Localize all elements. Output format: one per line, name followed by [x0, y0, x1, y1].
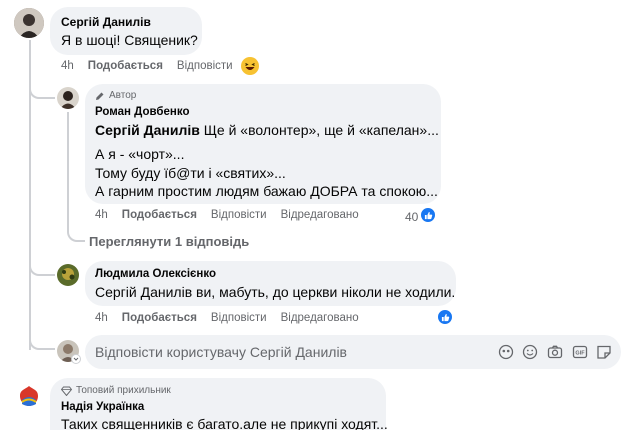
like-reaction-icon[interactable]	[420, 207, 436, 223]
chevron-down-icon[interactable]	[71, 354, 81, 364]
gif-icon[interactable]: GIF	[572, 344, 588, 360]
mention-link[interactable]: Сергій Данилів	[95, 122, 200, 138]
thread-line	[67, 112, 69, 230]
sticker-icon[interactable]	[596, 344, 612, 360]
avatar[interactable]	[57, 264, 79, 286]
avatar-image	[57, 87, 79, 109]
reply-input[interactable]: Відповісти користувачу Сергій Данилів GI…	[85, 335, 621, 369]
diamond-icon	[61, 386, 72, 396]
comment-text: Я в шоці! Священик?	[61, 32, 198, 48]
reply-text-line3: Тому буду їб@ти і «святих»...	[95, 165, 286, 181]
reply-author[interactable]: Роман Довбенко	[95, 106, 190, 118]
reply-bubble: Людмила Олексієнко Сергій Данилів ви, ма…	[85, 261, 456, 306]
like-count[interactable]: 40	[405, 210, 418, 224]
reply-input-placeholder: Відповісти користувачу Сергій Данилів	[95, 344, 347, 360]
reply-text-line1: Сергій Данилів Ще й «волонтер», ще й «ка…	[95, 121, 439, 140]
top-fan-badge-label: Топовий прихильник	[76, 385, 171, 396]
comment-text: Таких священників є багато.але не прикуп…	[61, 416, 388, 430]
camera-icon[interactable]	[547, 344, 563, 360]
like-button[interactable]: Подобається	[122, 312, 197, 324]
reply-text-line4: А гарним простим людям бажаю ДОБРА та сп…	[95, 183, 438, 199]
reply-author[interactable]: Людмила Олексієнко	[95, 268, 216, 280]
reply-button[interactable]: Відповісти	[177, 60, 233, 72]
avatar-image	[14, 8, 44, 38]
comment-time[interactable]: 4h	[61, 60, 74, 72]
reply-text: Ще й «волонтер», ще й «капелан»...	[199, 122, 439, 138]
avatar[interactable]	[57, 87, 79, 109]
avatar-image	[57, 264, 79, 286]
reply-button[interactable]: Відповісти	[211, 312, 267, 324]
reply-actions: 4h Подобається Відповісти Відредаговано	[95, 312, 373, 324]
reply-text: ви, мабуть, до церкви ніколи не ходили.	[192, 284, 456, 300]
reply-text-line2: А я - «чорт»...	[95, 146, 185, 162]
reply-actions: 4h Подобається Відповісти Відредаговано	[95, 209, 373, 221]
author-badge-label: Автор	[109, 90, 137, 101]
thread-connector	[29, 83, 55, 99]
author-badge: Автор	[95, 90, 136, 101]
reply-time[interactable]: 4h	[95, 312, 108, 324]
thumbs-up-icon	[424, 211, 432, 219]
mention-link[interactable]: Сергій Данилів	[95, 284, 192, 300]
thread-connector	[29, 334, 55, 350]
edited-label: Відредаговано	[280, 209, 359, 221]
comment-actions: 4h Подобається Відповісти	[61, 60, 247, 72]
svg-text:GIF: GIF	[575, 351, 585, 357]
thread-connector	[67, 228, 85, 242]
avatar[interactable]	[14, 380, 44, 410]
comment-author[interactable]: Сергій Данилів	[61, 15, 151, 29]
avatar-sticker-icon[interactable]	[498, 344, 514, 360]
comment-author[interactable]: Надія Українка	[61, 401, 144, 413]
thumbs-up-icon	[441, 313, 449, 321]
top-fan-badge: Топовий прихильник	[61, 385, 171, 396]
pencil-icon	[96, 92, 104, 100]
reply-text-line1: Сергій Данилів ви, мабуть, до церкви нік…	[95, 283, 455, 302]
comment-bubble: Сергій Данилів Я в шоці! Священик?	[50, 7, 202, 55]
avatar[interactable]	[14, 8, 44, 38]
like-button[interactable]: Подобається	[122, 209, 197, 221]
avatar-image	[14, 380, 44, 410]
reply-time[interactable]: 4h	[95, 209, 108, 221]
laughing-emoji-icon[interactable]	[241, 57, 259, 75]
edited-label: Відредаговано	[280, 312, 359, 324]
thread-connector	[29, 262, 55, 276]
like-reaction-icon[interactable]	[437, 309, 453, 325]
view-replies-link[interactable]: Переглянути 1 відповідь	[89, 234, 249, 249]
like-button[interactable]: Подобається	[88, 60, 163, 72]
reply-button[interactable]: Відповісти	[211, 209, 267, 221]
comment-bubble: Топовий прихильник Надія Українка Таких …	[50, 378, 388, 430]
emoji-icon[interactable]	[522, 344, 538, 360]
reply-bubble: Автор Роман Довбенко Сергій Данилів Ще й…	[85, 84, 441, 204]
